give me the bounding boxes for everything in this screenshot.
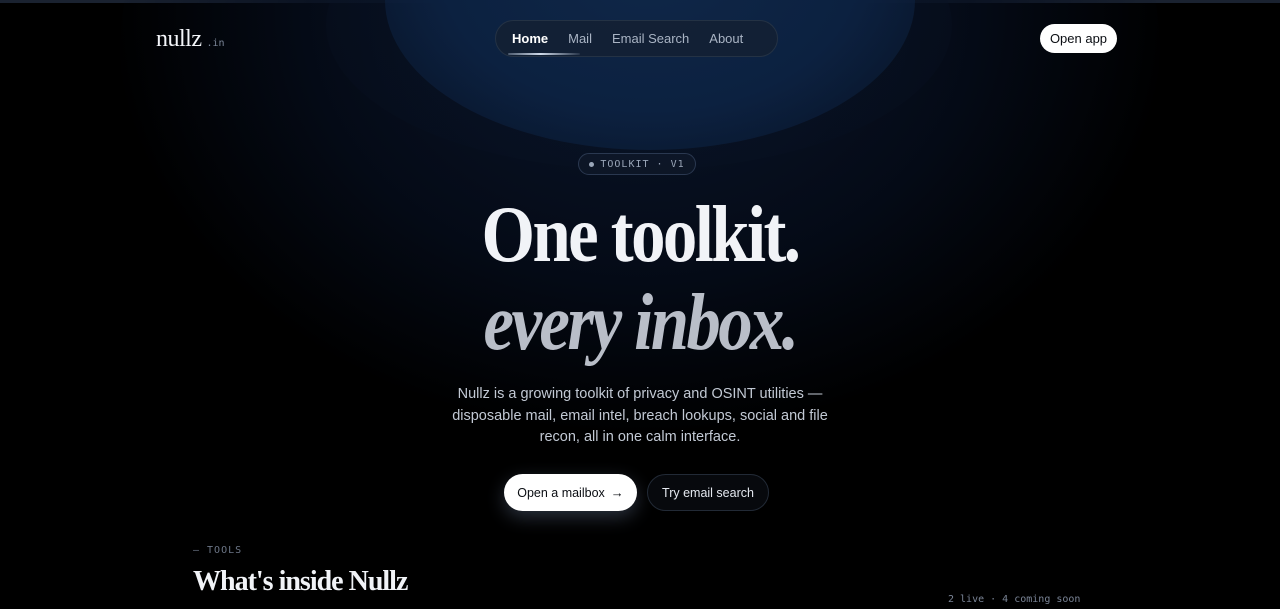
try-email-search-button[interactable]: Try email search <box>647 474 769 511</box>
arrow-right-icon: → <box>610 485 624 500</box>
nav-email-search[interactable]: Email Search <box>602 25 699 52</box>
headline-line-1: One toolkit. <box>481 191 801 279</box>
logo-wordmark: nullz <box>156 26 202 52</box>
logo-suffix: .in <box>206 38 225 49</box>
dot-icon <box>589 161 595 167</box>
tools-status: 2 live · 4 coming soon <box>948 594 1081 605</box>
landing-page: nullz .in Home Mail Email Search About O… <box>0 0 1280 609</box>
hero-description: Nullz is a growing toolkit of privacy an… <box>452 386 828 445</box>
version-badge: TOOLKIT · V1 <box>578 153 696 175</box>
nav-home[interactable]: Home <box>502 25 558 52</box>
badge-label: TOOLKIT · V1 <box>600 158 685 170</box>
open-app-button[interactable]: Open app <box>1040 24 1117 53</box>
open-mailbox-label: Open a mailbox <box>517 485 605 500</box>
main-nav: Home Mail Email Search About <box>495 20 778 57</box>
nav-about[interactable]: About <box>699 25 753 52</box>
tools-eyebrow: — TOOLS <box>193 545 243 556</box>
nav-mail[interactable]: Mail <box>558 25 602 52</box>
logo[interactable]: nullz .in <box>156 26 225 53</box>
tools-title: What's inside Nullz <box>193 566 408 597</box>
open-mailbox-button[interactable]: Open a mailbox → <box>504 474 637 511</box>
headline-line-2: every inbox. <box>483 279 800 367</box>
nav-active-indicator <box>508 53 580 55</box>
